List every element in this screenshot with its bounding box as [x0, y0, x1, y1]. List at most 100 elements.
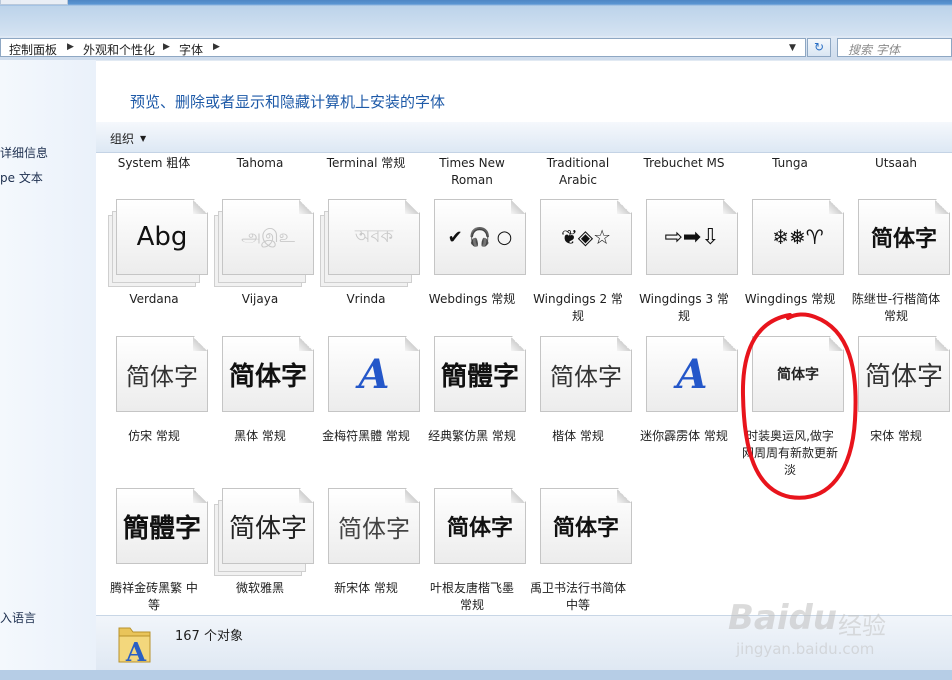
font-sample-preview: 简体字: [870, 226, 937, 252]
font-item-label: Terminal 常规: [326, 156, 406, 170]
font-item-label: 金梅符黑體 常规: [322, 429, 410, 443]
font-file-icon: ❄❅♈: [752, 199, 844, 275]
font-item-label: Wingdings 常规: [744, 292, 836, 306]
item-count: 167 个对象: [175, 629, 243, 644]
font-sample-preview: অবক: [354, 225, 394, 247]
font-item[interactable]: System 粗体: [102, 155, 206, 172]
font-item-label: 时装奥运风,做字网周周有新款更新 淡: [742, 429, 839, 477]
font-item[interactable]: 简体字宋体 常规: [844, 336, 950, 476]
svg-text:A: A: [125, 638, 147, 664]
font-item-label: 经典繁仿黑 常规: [428, 429, 516, 443]
font-item[interactable]: 简体字 微软雅黑: [208, 488, 314, 615]
font-item[interactable]: Tunga: [738, 155, 842, 172]
breadcrumb-chevron-icon[interactable]: ▶: [163, 42, 170, 52]
font-sample-preview: Abg: [136, 222, 188, 252]
font-item[interactable]: 简体字 楷体 常规: [526, 336, 632, 476]
sidebar-item-cleartype[interactable]: pe 文本: [0, 169, 43, 186]
breadcrumb-appearance[interactable]: 外观和个性化: [83, 41, 155, 58]
font-item-label: Wingdings 2 常规: [533, 292, 623, 323]
watermark-subtitle: 经验: [838, 612, 886, 640]
font-item[interactable]: Utsaah: [844, 155, 948, 172]
font-sample-preview: ❦◈☆: [560, 225, 612, 249]
font-item[interactable]: 简体字 新宋体 常规: [314, 488, 420, 615]
font-item[interactable]: 簡體字经典繁仿黑 常规: [420, 336, 526, 476]
baidu-watermark: Baidu 经验 jingyan.baidu.com: [728, 598, 952, 680]
search-input[interactable]: 搜索 字体: [837, 38, 952, 57]
font-item[interactable]: ❄❅♈ Wingdings 常规: [738, 199, 844, 339]
font-sample-preview: 簡體字: [440, 361, 519, 392]
font-sample-preview: ⇨➡⇩: [664, 224, 720, 250]
breadcrumb-chevron-icon[interactable]: ▶: [67, 42, 74, 52]
watermark-url: jingyan.baidu.com: [736, 640, 875, 658]
font-item[interactable]: 简体字禹卫书法行书简体 中等: [526, 488, 632, 615]
breadcrumb-fonts[interactable]: 字体: [179, 41, 203, 58]
chevron-down-icon: ▼: [140, 134, 147, 143]
address-bar[interactable]: 控制面板 ▶ 外观和个性化 ▶ 字体 ▶ ▼: [0, 38, 806, 57]
font-sample-preview: 简体字: [338, 514, 410, 543]
watermark-brand: Baidu: [728, 598, 838, 638]
font-file-icon: ✔ 🎧 ○: [434, 199, 526, 275]
font-sample-preview: ❄❅♈: [772, 225, 824, 249]
font-item-label: Vrinda: [346, 292, 386, 306]
font-item-label: Tahoma: [236, 156, 284, 170]
font-item[interactable]: Abg Verdana: [102, 199, 208, 339]
breadcrumb-chevron-icon[interactable]: ▶: [213, 42, 220, 52]
font-item[interactable]: 简体字 陈继世-行楷简体 常规: [844, 199, 950, 339]
font-file-icon: 简体字: [752, 336, 844, 412]
font-file-icon: 簡體字: [116, 488, 208, 564]
font-item[interactable]: Traditional Arabic: [526, 155, 630, 189]
sidebar-item-input-language[interactable]: 入语言: [0, 609, 36, 626]
font-item-label: 黑体 常规: [234, 429, 286, 443]
font-item-label: Trebuchet MS: [643, 156, 725, 170]
font-file-icon: 简体字: [222, 336, 314, 412]
font-item-label: System 粗体: [117, 156, 191, 170]
page-title: 预览、删除或者显示和隐藏计算机上安装的字体: [130, 93, 446, 111]
font-item[interactable]: 简体字黑体 常规: [208, 336, 314, 476]
font-item[interactable]: 简体字叶根友唐楷飞墨 常规: [420, 488, 526, 615]
font-file-icon: அஇஉ: [222, 199, 314, 275]
font-item[interactable]: Terminal 常规: [314, 155, 418, 172]
font-file-icon: 简体字: [434, 488, 526, 564]
font-item[interactable]: 簡體字腾祥金砖黑繁 中等: [102, 488, 208, 615]
font-item[interactable]: 简体字 仿宋 常规: [102, 336, 208, 476]
font-item-label: 禹卫书法行书简体 中等: [530, 581, 627, 612]
font-item[interactable]: Trebuchet MS: [632, 155, 736, 172]
font-item[interactable]: ✔ 🎧 ○ Webdings 常规: [420, 199, 526, 339]
organize-button[interactable]: 组织 ▼: [110, 130, 146, 147]
font-item-label: 宋体 常规: [870, 429, 922, 443]
address-dropdown-icon[interactable]: ▼: [789, 43, 796, 53]
titlebar-tab-sliver: [0, 0, 68, 5]
font-item[interactable]: অবক Vrinda: [314, 199, 420, 339]
font-item-label: 楷体 常规: [552, 429, 604, 443]
font-sample-preview: 简体字: [228, 361, 307, 392]
font-item[interactable]: Times New Roman: [420, 155, 524, 189]
sidebar-item-details[interactable]: 详细信息: [0, 144, 48, 161]
navigation-pane: 详细信息 pe 文本 入语言: [0, 60, 96, 680]
refresh-button[interactable]: ↻: [807, 38, 831, 57]
font-sample-preview: 简体字: [126, 362, 198, 391]
font-sample-preview: 简体字: [864, 361, 943, 392]
font-item[interactable]: 简体字时装奥运风,做字网周周有新款更新 淡: [738, 336, 844, 477]
font-file-icon: A: [646, 336, 738, 412]
font-item[interactable]: ❦◈☆ Wingdings 2 常规: [526, 199, 632, 339]
font-sample-preview: A: [358, 350, 390, 398]
font-item-label: Verdana: [129, 292, 179, 306]
font-item[interactable]: ⇨➡⇩ Wingdings 3 常规: [632, 199, 738, 339]
fonts-grid: System 粗体 Tahoma Terminal 常规 Times New Roma…: [96, 153, 952, 615]
breadcrumb-control-panel[interactable]: 控制面板: [9, 41, 57, 58]
font-item[interactable]: Tahoma: [208, 155, 312, 172]
font-item-label: 迷你霹雳体 常规: [640, 429, 728, 443]
command-bar: 组织 ▼: [96, 122, 952, 153]
font-file-icon: ⇨➡⇩: [646, 199, 738, 275]
font-item-label: 腾祥金砖黑繁 中等: [110, 581, 198, 612]
font-file-icon: Abg: [116, 199, 208, 275]
font-item[interactable]: A 迷你霹雳体 常规: [632, 336, 738, 476]
font-file-icon: 简体字: [540, 488, 632, 564]
font-item[interactable]: A 金梅符黑體 常规: [314, 336, 420, 476]
search-placeholder: 搜索 字体: [848, 43, 900, 57]
font-item[interactable]: அஇஉ Vijaya: [208, 199, 314, 339]
font-file-icon: A: [328, 336, 420, 412]
font-item-label: 叶根友唐楷飞墨 常规: [429, 581, 514, 612]
font-item-label: 仿宋 常规: [128, 429, 180, 443]
font-file-icon: 简体字: [858, 336, 950, 412]
